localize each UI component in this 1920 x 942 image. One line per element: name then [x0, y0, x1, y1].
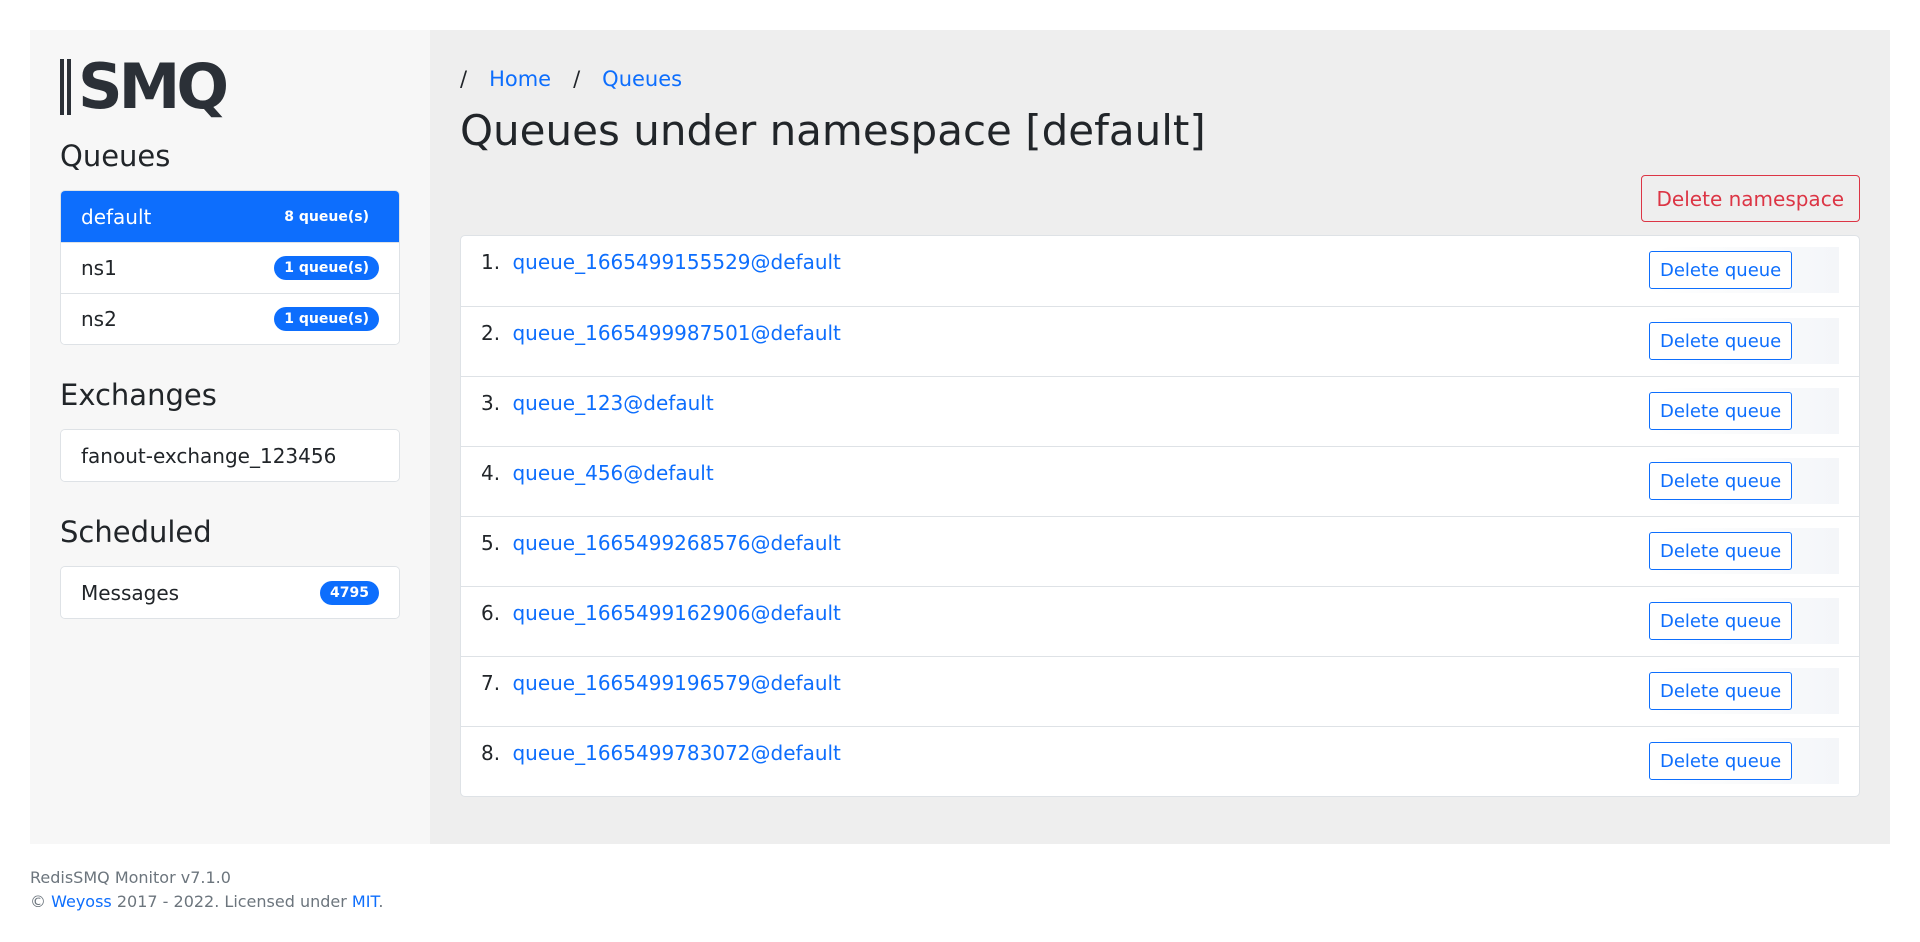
- queue-link[interactable]: queue_123@default: [512, 391, 713, 415]
- row-actions: Delete queue: [1649, 458, 1839, 504]
- breadcrumb: / Home / Queues: [460, 30, 1860, 95]
- queue-link[interactable]: queue_1665499268576@default: [512, 531, 840, 555]
- copyright-symbol: ©: [30, 892, 46, 911]
- queue-number: 5.: [481, 531, 501, 555]
- queue-number: 8.: [481, 741, 501, 765]
- namespace-name: default: [81, 204, 152, 229]
- queue-list: 1. queue_1665499155529@default Delete qu…: [460, 235, 1860, 797]
- queue-number: 6.: [481, 601, 501, 625]
- footer-period: .: [378, 892, 384, 911]
- delete-queue-button[interactable]: Delete queue: [1649, 251, 1793, 289]
- footer-copyright: © Weyoss 2017 - 2022. Licensed under MIT…: [30, 890, 383, 914]
- logo[interactable]: SMQ: [60, 50, 400, 123]
- queue-count-badge: 1 queue(s): [274, 307, 379, 331]
- scheduled-messages-item[interactable]: Messages 4795: [61, 567, 399, 618]
- scheduled-section-title: Scheduled: [60, 515, 212, 549]
- footer-version: RedisSMQ Monitor v7.1.0: [30, 868, 231, 887]
- row-actions: Delete queue: [1649, 598, 1839, 644]
- queue-number: 7.: [481, 671, 501, 695]
- scheduled-list: Messages 4795: [60, 566, 400, 619]
- row-actions: Delete queue: [1649, 668, 1839, 714]
- main-content: / Home / Queues Queues under namespace […: [430, 30, 1890, 844]
- queue-count-badge: 1 queue(s): [274, 256, 379, 280]
- sidebar: SMQ Queues default 8 queue(s) ns1 1 queu…: [30, 30, 430, 844]
- namespace-item-ns2[interactable]: ns2 1 queue(s): [61, 293, 399, 344]
- queue-count-badge: 8 queue(s): [284, 208, 369, 225]
- logo-bars-icon: [60, 59, 74, 115]
- scheduled-count-badge: 4795: [320, 580, 379, 605]
- exchanges-section-title: Exchanges: [60, 378, 217, 412]
- breadcrumb-queues-link[interactable]: Queues: [602, 67, 682, 91]
- namespace-item-default[interactable]: default 8 queue(s): [61, 191, 399, 242]
- exchange-list: fanout-exchange_123456: [60, 429, 400, 482]
- row-actions: Delete queue: [1649, 318, 1839, 364]
- namespace-list: default 8 queue(s) ns1 1 queue(s) ns2 1 …: [60, 190, 400, 345]
- breadcrumb-home-link[interactable]: Home: [489, 67, 551, 91]
- queue-number: 2.: [481, 321, 501, 345]
- queue-row: 3. queue_123@default Delete queue: [461, 376, 1859, 446]
- delete-queue-button[interactable]: Delete queue: [1649, 672, 1793, 710]
- queue-row: 6. queue_1665499162906@default Delete qu…: [461, 586, 1859, 656]
- queue-row: 8. queue_1665499783072@default Delete qu…: [461, 726, 1859, 796]
- namespace-name: ns1: [81, 256, 117, 280]
- queue-link[interactable]: queue_1665499196579@default: [512, 671, 840, 695]
- queue-link[interactable]: queue_456@default: [512, 461, 713, 485]
- delete-queue-button[interactable]: Delete queue: [1649, 392, 1793, 430]
- queue-row: 5. queue_1665499268576@default Delete qu…: [461, 516, 1859, 586]
- breadcrumb-separator: /: [460, 66, 468, 91]
- queue-link[interactable]: queue_1665499987501@default: [512, 321, 840, 345]
- delete-queue-button[interactable]: Delete queue: [1649, 742, 1793, 780]
- scheduled-messages-label: Messages: [81, 580, 180, 605]
- queues-section-title: Queues: [60, 139, 171, 173]
- breadcrumb-separator: /: [573, 66, 581, 91]
- namespace-item-ns1[interactable]: ns1 1 queue(s): [61, 242, 399, 293]
- delete-queue-button[interactable]: Delete queue: [1649, 322, 1793, 360]
- exchange-name: fanout-exchange_123456: [81, 443, 337, 468]
- queue-number: 3.: [481, 391, 501, 415]
- namespace-name: ns2: [81, 307, 117, 331]
- app-container: SMQ Queues default 8 queue(s) ns1 1 queu…: [30, 30, 1890, 844]
- footer: RedisSMQ Monitor v7.1.0 © Weyoss 2017 - …: [30, 866, 383, 914]
- logo-text: SMQ: [78, 50, 229, 123]
- queue-link[interactable]: queue_1665499155529@default: [512, 250, 840, 274]
- queue-link[interactable]: queue_1665499162906@default: [512, 601, 840, 625]
- author-link[interactable]: Weyoss: [51, 892, 112, 911]
- delete-queue-button[interactable]: Delete queue: [1649, 532, 1793, 570]
- page-actions: Delete namespace: [460, 175, 1860, 222]
- page-title: Queues under namespace [default]: [460, 106, 1206, 155]
- delete-queue-button[interactable]: Delete queue: [1649, 602, 1793, 640]
- row-actions: Delete queue: [1649, 528, 1839, 574]
- delete-queue-button[interactable]: Delete queue: [1649, 462, 1793, 500]
- queue-row: 1. queue_1665499155529@default Delete qu…: [461, 236, 1859, 306]
- queue-row: 7. queue_1665499196579@default Delete qu…: [461, 656, 1859, 726]
- queue-number: 4.: [481, 461, 501, 485]
- queue-link[interactable]: queue_1665499783072@default: [512, 741, 840, 765]
- queue-row: 2. queue_1665499987501@default Delete qu…: [461, 306, 1859, 376]
- row-actions: Delete queue: [1649, 247, 1839, 293]
- row-actions: Delete queue: [1649, 388, 1839, 434]
- license-link[interactable]: MIT: [352, 892, 378, 911]
- exchange-item[interactable]: fanout-exchange_123456: [61, 430, 399, 481]
- delete-namespace-button[interactable]: Delete namespace: [1640, 175, 1860, 222]
- row-actions: Delete queue: [1649, 738, 1839, 784]
- queue-number: 1.: [481, 250, 501, 274]
- queue-row: 4. queue_456@default Delete queue: [461, 446, 1859, 516]
- footer-years-text: 2017 - 2022. Licensed under: [116, 892, 347, 911]
